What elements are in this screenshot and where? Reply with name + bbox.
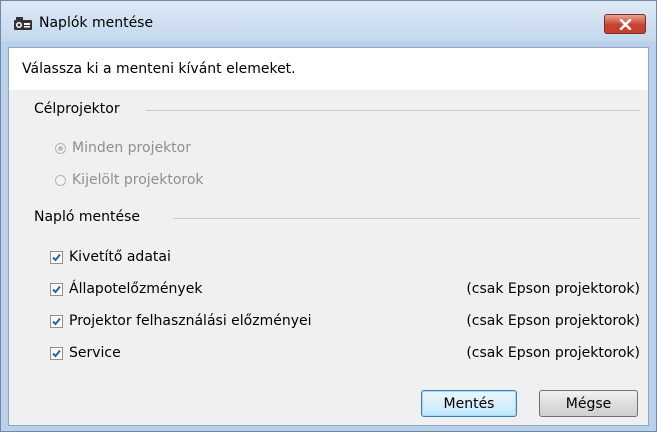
status-history-note: (csak Epson projektorok) (466, 281, 640, 297)
checkbox-projection-data[interactable]: Kivetítő adatai (50, 249, 171, 265)
checkbox-icon[interactable] (50, 282, 63, 296)
radio-all-projectors[interactable]: Minden projektor (55, 140, 191, 156)
radio-selected-projectors-label: Kijelölt projektorok (72, 172, 204, 188)
radio-all-projectors-label: Minden projektor (72, 140, 191, 156)
checkbox-service-label: Service (69, 345, 121, 361)
checkbox-projection-data-label: Kivetítő adatai (69, 249, 171, 265)
cancel-button[interactable]: Mégse (539, 390, 638, 417)
radio-button-icon[interactable] (55, 142, 66, 154)
dialog-client-area: Válassza ki a menteni kívánt elemeket. C… (8, 47, 649, 426)
usage-history-note: (csak Epson projektorok) (466, 313, 640, 329)
log-group-label: Napló mentése (34, 209, 140, 225)
radio-selected-projectors[interactable]: Kijelölt projektorok (55, 172, 204, 188)
checkbox-icon[interactable] (50, 314, 63, 328)
save-button[interactable]: Mentés (421, 390, 517, 417)
title-bar[interactable]: Naplók mentése (1, 1, 656, 41)
window-title: Naplók mentése (39, 15, 154, 31)
log-group-divider (173, 218, 640, 219)
target-group-divider (146, 110, 640, 111)
checkbox-icon[interactable] (50, 250, 63, 264)
close-icon (619, 19, 632, 30)
service-note: (csak Epson projektorok) (466, 345, 640, 361)
checkbox-usage-history-label: Projektor felhasználási előzményei (69, 313, 312, 329)
checkbox-service[interactable]: Service (50, 345, 121, 361)
target-group-label: Célprojektor (34, 101, 120, 117)
save-logs-dialog: Naplók mentése Válassza ki a menteni kív… (0, 0, 657, 432)
app-icon (13, 15, 33, 31)
checkbox-icon[interactable] (50, 346, 63, 360)
close-button[interactable] (604, 14, 646, 34)
checkbox-usage-history[interactable]: Projektor felhasználási előzményei (50, 313, 312, 329)
checkbox-status-history-label: Állapotelőzmények (69, 281, 203, 297)
instruction-text: Válassza ki a menteni kívánt elemeket. (22, 61, 296, 77)
radio-button-icon[interactable] (55, 174, 66, 186)
instruction-band: Válassza ki a menteni kívánt elemeket. (9, 48, 648, 90)
checkbox-status-history[interactable]: Állapotelőzmények (50, 281, 202, 297)
options-panel: Célprojektor Minden projektor Kijelölt p… (9, 90, 648, 425)
